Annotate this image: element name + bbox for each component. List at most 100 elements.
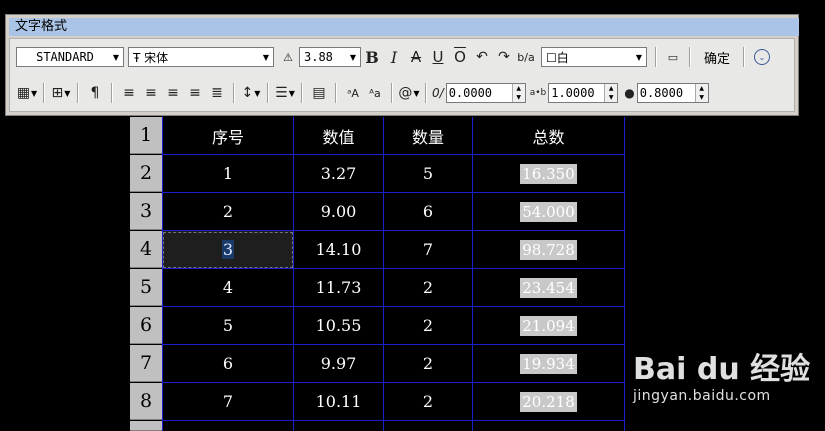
text-height-value: 3.88 (304, 50, 333, 64)
table-cell[interactable]: 6 (162, 345, 294, 383)
header-cell[interactable]: 数值 (294, 117, 384, 155)
redo-button[interactable]: ↷ (494, 47, 514, 67)
table-row: 2 1 3.27 5 16.350 (130, 155, 625, 193)
width-factor-input[interactable]: 0.8000 ▲ ▼ (636, 83, 709, 103)
lowercase-icon[interactable]: ᴬa (365, 83, 385, 103)
separator (267, 83, 269, 103)
table-cell[interactable]: 9.00 (294, 193, 384, 231)
columns-icon[interactable]: ▦ ▼ (17, 83, 37, 103)
table-cell[interactable]: 2 (384, 307, 473, 345)
row-number[interactable]: 7 (130, 345, 162, 382)
table-cell[interactable]: 21.094 (473, 307, 625, 345)
spinner-icon[interactable]: ▲ ▼ (604, 84, 618, 102)
cell-edit-text[interactable]: 3 (221, 240, 235, 259)
separator (111, 83, 113, 103)
italic-button[interactable]: I (384, 47, 404, 67)
table-cell[interactable]: 2 (384, 269, 473, 307)
header-cell[interactable]: 总数 (473, 117, 625, 155)
oblique-angle-input[interactable]: 0.0000 ▲ ▼ (445, 83, 526, 103)
table-cell[interactable]: 98.728 (473, 231, 625, 269)
table-cell[interactable]: 5 (384, 155, 473, 193)
window-title[interactable]: 文字格式 (9, 18, 799, 36)
row-number[interactable]: 2 (130, 155, 162, 192)
table-row: 7 6 9.97 2 19.934 (130, 345, 625, 383)
spinner-icon[interactable]: ▲ ▼ (511, 84, 525, 102)
ruler-button[interactable]: ▭ (663, 47, 683, 67)
header-cell[interactable]: 序号 (162, 117, 294, 155)
numbering-icon[interactable]: ☰ ▼ (275, 83, 295, 103)
table-cell[interactable]: 2 (162, 193, 294, 231)
text-height-select[interactable]: 3.88 ▼ (299, 47, 361, 67)
separator (743, 47, 746, 67)
table-cell[interactable]: 6 (384, 193, 473, 231)
total-value: 54.000 (520, 201, 577, 222)
font-select[interactable]: Ŧ 宋体 ▼ (128, 47, 274, 67)
baidu-logo: Bai du 经验 (633, 352, 811, 387)
justify-icon[interactable]: ≡ (185, 83, 205, 103)
row-number[interactable]: 8 (130, 383, 162, 420)
oblique-icon: 0/ (432, 86, 444, 100)
strikethrough-button[interactable]: A (406, 47, 426, 67)
options-icon[interactable]: ⌄ (754, 49, 771, 65)
color-value: ☐白 (546, 50, 569, 65)
line-spacing-icon[interactable]: ↕ ▼ (241, 83, 261, 103)
selected-cell[interactable]: 3 (162, 231, 294, 269)
ok-button[interactable]: 确定 (696, 47, 738, 67)
table-cell[interactable]: 2 (384, 383, 473, 421)
justification-icon[interactable]: ⊞ ▼ (51, 83, 71, 103)
row-number[interactable]: 3 (130, 193, 162, 230)
row-number[interactable]: 5 (130, 269, 162, 306)
separator (689, 47, 691, 67)
table-cell[interactable]: 23.454 (473, 269, 625, 307)
separator (233, 83, 235, 103)
table-cell[interactable]: 19.934 (473, 345, 625, 383)
table-cell[interactable]: 2 (384, 345, 473, 383)
stack-button[interactable]: b/a (516, 47, 536, 67)
bold-button[interactable]: B (362, 47, 382, 67)
table-cell[interactable]: 14.10 (294, 231, 384, 269)
table-cell[interactable]: 7 (162, 383, 294, 421)
table-cell[interactable]: 20.218 (473, 383, 625, 421)
header-cell[interactable]: 数量 (384, 117, 473, 155)
color-select[interactable]: ☐白 ▼ (541, 47, 647, 67)
table-cell[interactable]: 7 (384, 231, 473, 269)
style-select[interactable]: STANDARD ▼ (16, 47, 124, 67)
symbol-icon[interactable]: @ ▼ (398, 83, 419, 103)
table-cell[interactable]: 4 (162, 269, 294, 307)
overline-button[interactable]: O (450, 47, 470, 67)
table-cell[interactable]: 54.000 (473, 193, 625, 231)
table-cell[interactable]: 10.11 (294, 383, 384, 421)
underline-button[interactable]: U (428, 47, 448, 67)
toolbar-row-2: ▦ ▼ ⊞ ▼ ¶ ≡ ≡ ≡ ≡ ≣ ↕ ▼ ☰ ▼ ▤ ᵃA ᴬa @ ▼ 0/ (16, 80, 709, 106)
table-cell[interactable]: 10.55 (294, 307, 384, 345)
table-cell[interactable]: 9.97 (294, 345, 384, 383)
oblique-angle-value: 0.0000 (448, 86, 493, 100)
total-value: 19.934 (520, 353, 577, 374)
table-row: 3 2 9.00 6 54.000 (130, 193, 625, 231)
chevron-down-icon: ▼ (262, 52, 270, 62)
align-right-icon[interactable]: ≡ (163, 83, 183, 103)
table-cell[interactable]: 16.350 (473, 155, 625, 193)
table-cell[interactable]: 3.27 (294, 155, 384, 193)
undo-button[interactable]: ↶ (472, 47, 492, 67)
paragraph-icon[interactable]: ¶ (85, 83, 105, 103)
row-number[interactable]: 4 (130, 231, 162, 268)
annotative-icon[interactable]: ⚠ (278, 47, 298, 67)
table-cell (294, 421, 384, 431)
align-center-icon[interactable]: ≡ (141, 83, 161, 103)
table-row-partial (130, 421, 625, 431)
tracking-input[interactable]: 1.0000 ▲ ▼ (548, 83, 619, 103)
table-cell[interactable]: 1 (162, 155, 294, 193)
total-value: 20.218 (520, 391, 577, 412)
row-number[interactable]: 6 (130, 307, 162, 344)
distribute-icon[interactable]: ≣ (207, 83, 227, 103)
table-cell[interactable]: 5 (162, 307, 294, 345)
insert-field-icon[interactable]: ▤ (309, 83, 329, 103)
separator (425, 83, 427, 103)
table-cell[interactable]: 11.73 (294, 269, 384, 307)
spinner-icon[interactable]: ▲ ▼ (694, 84, 708, 102)
separator (77, 83, 79, 103)
align-left-icon[interactable]: ≡ (119, 83, 139, 103)
uppercase-icon[interactable]: ᵃA (343, 83, 363, 103)
row-number[interactable]: 1 (130, 117, 162, 154)
